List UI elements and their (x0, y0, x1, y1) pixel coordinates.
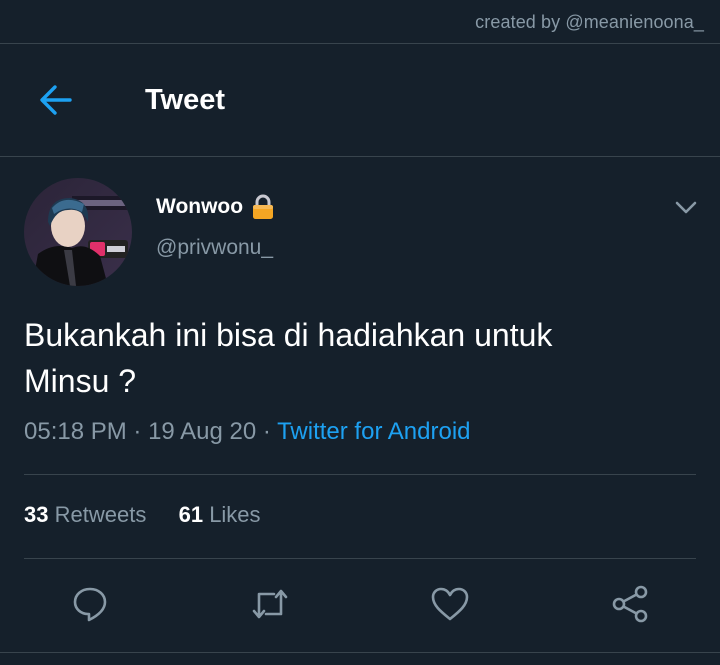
tweet-stats: 33 Retweets 61 Likes (24, 502, 261, 528)
page-title: Tweet (145, 84, 226, 116)
tweet-date: 19 Aug 20 (148, 418, 257, 445)
top-app-bar: Tweet (0, 44, 720, 156)
reply-button[interactable] (68, 582, 112, 626)
avatar[interactable] (24, 178, 132, 286)
chevron-down-icon (675, 201, 697, 214)
retweet-icon (252, 589, 288, 619)
retweets-label: Retweets (54, 502, 147, 527)
tweet-options-button[interactable] (668, 192, 704, 224)
divider (0, 652, 720, 653)
tweet-time: 05:18 PM (24, 418, 127, 445)
tweet-text-line: Minsu ? (24, 363, 137, 399)
likes-label: Likes (209, 502, 261, 527)
likes-stat[interactable]: 61 Likes (179, 502, 261, 527)
like-icon (431, 587, 469, 621)
tweet-meta: 05:18 PM · 19 Aug 20 · Twitter for Andro… (24, 418, 471, 446)
avatar-photo (24, 178, 132, 286)
tweet-detail-screen: created by @meanienoona_ Tweet Wonwoo @p… (0, 0, 720, 665)
author-name-row[interactable]: Wonwoo (156, 194, 275, 220)
meta-separator: · (256, 418, 278, 445)
share-button[interactable] (608, 582, 652, 626)
back-button[interactable] (28, 80, 84, 120)
arrow-left-icon (40, 85, 72, 115)
author-name: Wonwoo (156, 195, 244, 218)
divider (0, 156, 720, 157)
retweets-count: 33 (24, 502, 49, 527)
tweet-text-line: Bukankah ini bisa di hadiahkan untuk (24, 317, 553, 353)
retweets-stat[interactable]: 33 Retweets (24, 502, 146, 527)
lock-icon (253, 194, 274, 219)
watermark: created by @meanienoona_ (475, 12, 704, 32)
likes-count: 61 (178, 502, 204, 527)
reply-icon (73, 587, 107, 622)
meta-separator: · (126, 418, 149, 445)
share-icon (612, 585, 648, 623)
tweet-text: Bukankah ini bisa di hadiahkan untuk Min… (24, 312, 684, 404)
author-handle[interactable]: @privwonu_ (156, 236, 273, 260)
like-button[interactable] (428, 582, 472, 626)
divider (24, 558, 696, 559)
tweet-source-link[interactable]: Twitter for Android (277, 418, 470, 445)
retweet-button[interactable] (248, 582, 292, 626)
divider (24, 474, 696, 475)
